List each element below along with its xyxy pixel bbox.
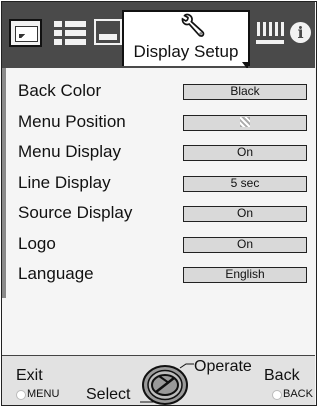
menu-item-value[interactable]: English bbox=[183, 267, 307, 283]
picture-icon[interactable] bbox=[9, 19, 42, 47]
back-button-dot-icon bbox=[272, 390, 282, 400]
menu-button-dot-icon bbox=[16, 390, 26, 400]
joystick-pointer-lines bbox=[140, 363, 194, 403]
operate-label: Operate bbox=[194, 358, 252, 375]
menu-key-label: MENU bbox=[27, 388, 60, 400]
back-key-label: BACK bbox=[283, 388, 313, 400]
info-icon[interactable]: i bbox=[290, 22, 311, 43]
button-guide-bar: Exit MENU Select Operate Back BACK bbox=[2, 355, 315, 405]
menu-item-value[interactable]: On bbox=[183, 206, 307, 222]
select-label: Select bbox=[86, 386, 131, 403]
tab-display-setup-label: Display Setup bbox=[133, 42, 239, 61]
menu-item-source-display[interactable]: Source Display On bbox=[2, 190, 315, 222]
back-label: Back bbox=[264, 367, 300, 384]
list-settings-icon[interactable] bbox=[54, 19, 86, 47]
menu-item-label: Source Display bbox=[18, 203, 133, 222]
menu-item-menu-position[interactable]: Menu Position bbox=[2, 99, 315, 131]
osd-menu-window: 🔧︎ Display Setup i Back Color Black Menu… bbox=[1, 1, 317, 406]
menu-item-menu-display[interactable]: Menu Display On bbox=[2, 129, 315, 161]
menu-item-language[interactable]: Language English bbox=[2, 251, 315, 283]
display-setup-menu: Back Color Black Menu Position Menu Disp… bbox=[2, 68, 315, 355]
tab-display-setup[interactable]: 🔧︎ Display Setup bbox=[122, 10, 250, 70]
menu-item-value[interactable]: On bbox=[183, 145, 307, 161]
menu-item-label: Back Color bbox=[18, 81, 102, 100]
position-pattern-icon bbox=[240, 117, 250, 127]
wrench-icon: 🔧︎ bbox=[179, 13, 207, 38]
menu-item-label: Language bbox=[18, 264, 94, 283]
menu-item-line-display[interactable]: Line Display 5 sec bbox=[2, 160, 315, 192]
window-icon[interactable] bbox=[94, 19, 122, 45]
menu-item-value[interactable]: Black bbox=[183, 84, 307, 100]
menu-tab-bar: 🔧︎ Display Setup i bbox=[2, 2, 315, 70]
menu-item-label: Menu Display bbox=[18, 142, 121, 161]
exit-label: Exit bbox=[16, 367, 43, 384]
menu-item-logo[interactable]: Logo On bbox=[2, 221, 315, 253]
language-icon[interactable] bbox=[256, 22, 284, 44]
menu-item-back-color[interactable]: Back Color Black bbox=[2, 68, 315, 100]
